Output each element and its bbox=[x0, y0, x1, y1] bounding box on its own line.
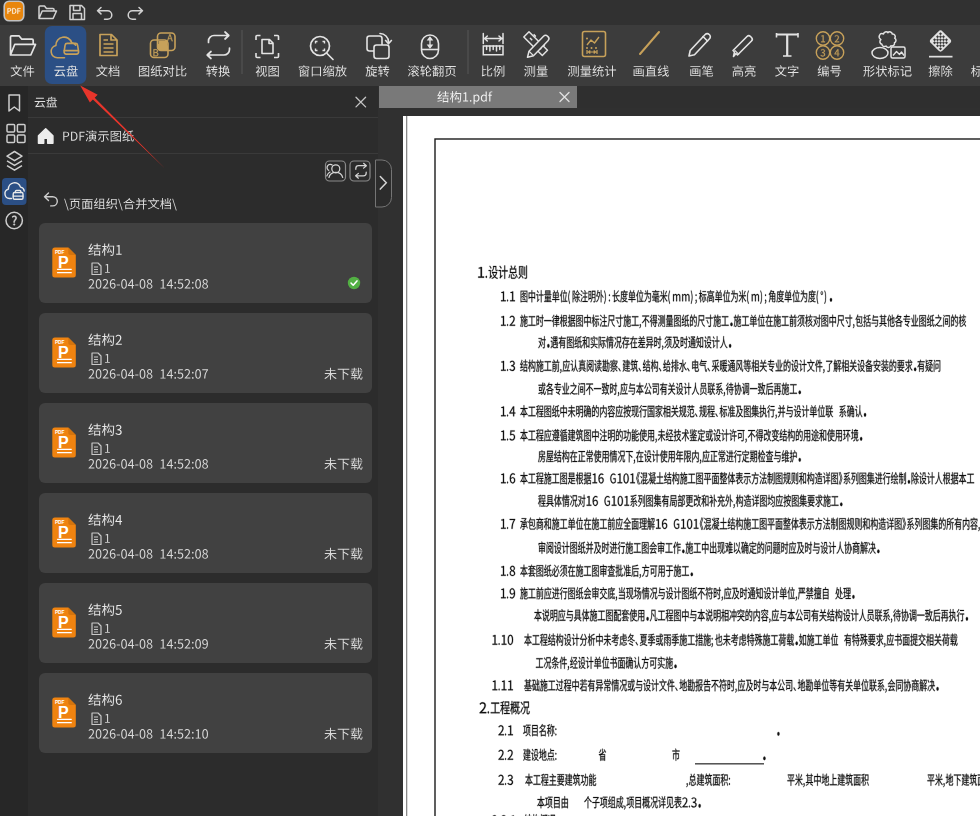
svg-text:P: P bbox=[58, 524, 69, 541]
svg-text:P: P bbox=[58, 434, 69, 451]
svg-text:P: P bbox=[58, 254, 69, 271]
svg-text:P: P bbox=[58, 344, 69, 361]
svg-text:P: P bbox=[58, 614, 69, 631]
svg-text:P: P bbox=[58, 704, 69, 721]
